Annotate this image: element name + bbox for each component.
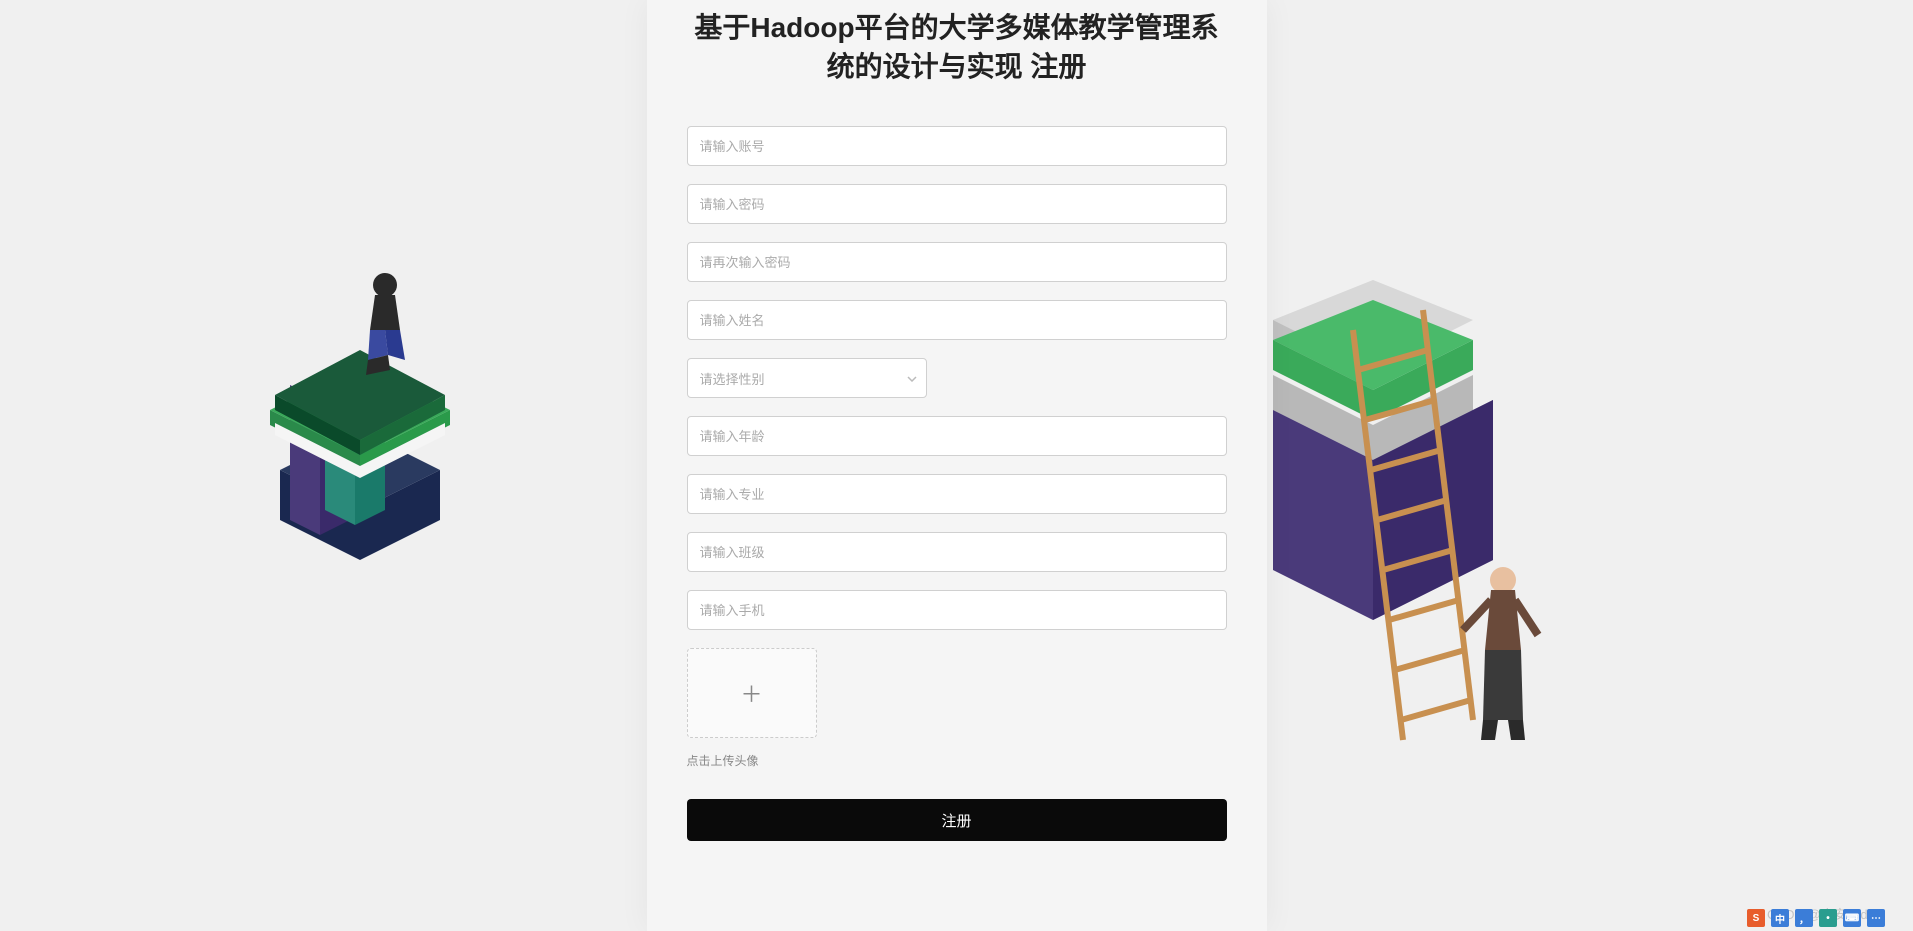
ime-toolbar: S 中 ， • ⌨ ⋯ — [1747, 909, 1885, 927]
major-input[interactable] — [687, 474, 1227, 514]
upload-label: 点击上传头像 — [687, 752, 1227, 769]
phone-input[interactable] — [687, 590, 1227, 630]
password-input[interactable] — [687, 184, 1227, 224]
gender-select[interactable]: 请选择性别 — [687, 358, 927, 398]
ime-logo-icon[interactable]: S — [1747, 909, 1765, 927]
plus-icon: ＋ — [740, 677, 762, 709]
ime-keyboard-icon[interactable]: ⌨ — [1843, 909, 1861, 927]
books-left-illustration — [240, 240, 480, 570]
age-input[interactable] — [687, 416, 1227, 456]
name-input[interactable] — [687, 300, 1227, 340]
ime-lang-icon[interactable]: 中 — [1771, 909, 1789, 927]
ime-voice-icon[interactable]: • — [1819, 909, 1837, 927]
account-input[interactable] — [687, 126, 1227, 166]
avatar-upload-box[interactable]: ＋ — [687, 648, 817, 738]
register-form-container: 基于Hadoop平台的大学多媒体教学管理系统的设计与实现 注册 请选择性别 — [647, 0, 1267, 931]
register-button[interactable]: 注册 — [687, 799, 1227, 841]
ime-settings-icon[interactable]: ⋯ — [1867, 909, 1885, 927]
gender-placeholder: 请选择性别 — [700, 369, 765, 388]
class-input[interactable] — [687, 532, 1227, 572]
password-confirm-input[interactable] — [687, 242, 1227, 282]
books-right-illustration — [1273, 280, 1633, 780]
ime-punct-icon[interactable]: ， — [1795, 909, 1813, 927]
page-title: 基于Hadoop平台的大学多媒体教学管理系统的设计与实现 注册 — [687, 0, 1227, 86]
